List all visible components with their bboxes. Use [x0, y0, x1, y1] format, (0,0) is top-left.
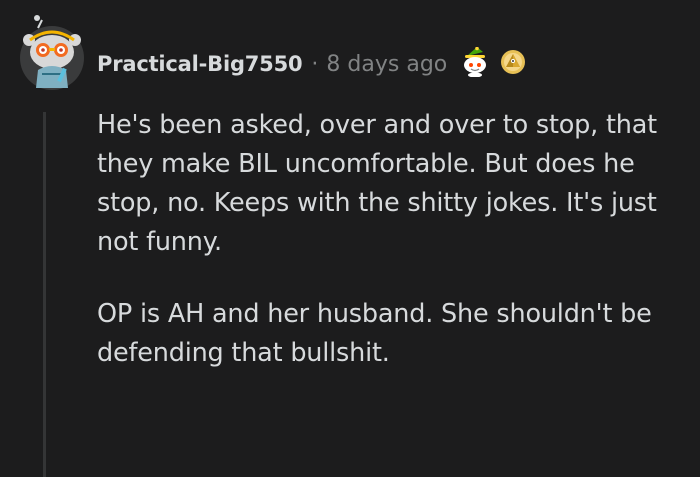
username-link[interactable]: Practical-Big7550 [97, 52, 303, 76]
comment-paragraph: He's been asked, over and over to stop, … [97, 110, 657, 257]
snoo-avatar-icon [20, 15, 84, 90]
golden-pyramid-award-icon[interactable] [499, 48, 527, 80]
comment-paragraph: OP is AH and her husband. She shouldn't … [97, 299, 652, 368]
comment-body: He's been asked, over and over to stop, … [97, 106, 687, 406]
comment-header: Practical-Big7550 · 8 days ago [97, 44, 527, 84]
timestamp[interactable]: 8 days ago [326, 52, 447, 77]
separator-dot: · [311, 51, 319, 77]
user-avatar[interactable] [16, 14, 88, 90]
elf-hat-snoo-award-icon[interactable] [461, 46, 489, 81]
thread-line[interactable] [43, 112, 46, 477]
